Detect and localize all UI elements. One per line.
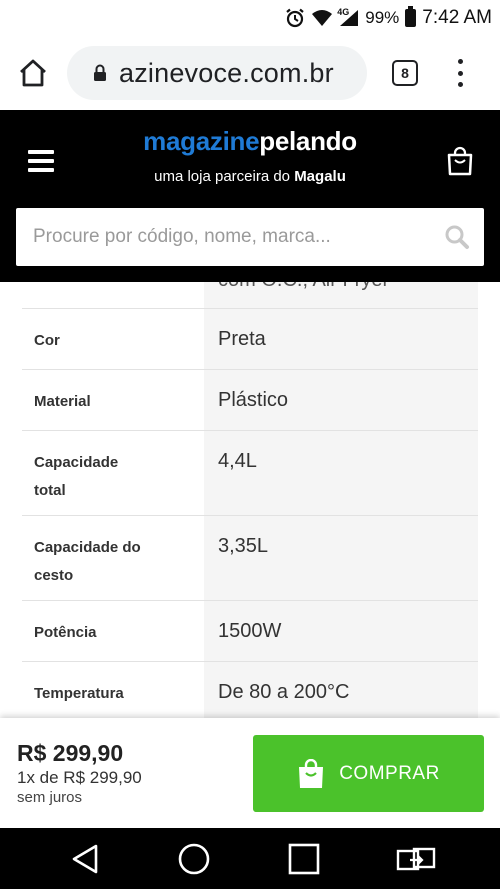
search-box[interactable] xyxy=(16,208,484,266)
dot-icon xyxy=(457,70,463,76)
network-type: 4G xyxy=(337,7,350,17)
spec-value: 3,35L xyxy=(204,516,478,600)
home-circle-icon[interactable] xyxy=(177,842,211,876)
spec-key: Capacidade do cesto xyxy=(34,539,141,584)
tagline-brand: Magalu xyxy=(294,168,346,185)
spec-value: De 80 a 200°C xyxy=(204,662,478,718)
spec-value: Preta xyxy=(204,309,478,369)
signal-icon: 4G xyxy=(337,7,359,27)
page: 4G 99% 7:42 AM azinevoce.com.br 8 magazi… xyxy=(0,0,500,889)
table-row: com O.C., Air Fryer xyxy=(22,282,478,308)
search-icon[interactable] xyxy=(444,224,470,250)
spec-value: 1500W xyxy=(204,601,478,661)
logo-part-1: magazine xyxy=(143,126,260,156)
lock-icon xyxy=(94,64,106,81)
site-header: magazinepelando uma loja parceira do Mag… xyxy=(0,110,500,282)
spec-key xyxy=(22,282,204,308)
spec-key: Material xyxy=(34,393,91,410)
spec-value-text: com O.C., Air Fryer xyxy=(218,282,464,295)
table-row: Cor Preta xyxy=(22,308,478,369)
browser-toolbar: azinevoce.com.br 8 xyxy=(0,36,500,110)
home-icon xyxy=(20,59,46,87)
price: R$ 299,90 xyxy=(17,740,124,766)
system-nav-bar xyxy=(0,828,500,889)
spec-key: Capacidade total xyxy=(34,454,119,499)
no-interest-label: sem juros xyxy=(17,789,83,806)
url-text: azinevoce.com.br xyxy=(119,57,334,88)
specs-table: com O.C., Air Fryer Cor Preta Material P… xyxy=(22,282,478,718)
buy-button-label: COMPRAR xyxy=(339,762,440,784)
wifi-icon xyxy=(311,9,333,27)
buy-button[interactable]: COMPRAR xyxy=(253,735,484,812)
spec-value: Plástico xyxy=(204,370,478,430)
spec-value: 4,4L xyxy=(204,431,478,515)
alarm-icon xyxy=(285,8,305,28)
site-tagline: uma loja parceira do Magalu xyxy=(0,168,500,185)
buy-bar: R$ 299,90 1x de R$ 299,90 sem juros COMP… xyxy=(0,718,500,828)
home-button[interactable] xyxy=(16,58,50,88)
address-bar[interactable]: azinevoce.com.br xyxy=(67,46,367,100)
dot-icon xyxy=(457,82,463,87)
shopping-bag-icon[interactable] xyxy=(446,146,474,176)
spec-key: Potência xyxy=(34,624,97,641)
table-row: Material Plástico xyxy=(22,369,478,430)
spec-key: Temperatura xyxy=(34,685,124,702)
battery-percent: 99% xyxy=(365,8,400,27)
spec-value: com O.C., Air Fryer xyxy=(204,282,478,308)
installments: 1x de R$ 299,90 xyxy=(17,768,142,787)
clock: 7:42 AM xyxy=(422,7,492,28)
logo-part-2: pelando xyxy=(259,126,357,156)
table-row: Capacidade do cesto 3,35L xyxy=(22,515,478,600)
battery-icon xyxy=(405,6,417,27)
status-bar: 4G 99% 7:42 AM xyxy=(0,0,500,36)
table-row: Potência 1500W xyxy=(22,600,478,661)
recents-icon[interactable] xyxy=(287,842,321,876)
table-row: Temperatura De 80 a 200°C xyxy=(22,661,478,718)
dot-icon xyxy=(457,59,463,64)
tab-switcher-button[interactable]: 8 xyxy=(392,60,418,86)
site-logo[interactable]: magazinepelando xyxy=(0,126,500,157)
table-row: Capacidade total 4,4L xyxy=(22,430,478,515)
search-input[interactable] xyxy=(33,226,433,248)
back-icon[interactable] xyxy=(68,842,102,876)
spec-key: Cor xyxy=(34,332,60,349)
shopping-bag-icon xyxy=(297,758,325,789)
overflow-menu-button[interactable] xyxy=(452,56,468,90)
tagline-text: uma loja parceira do xyxy=(154,168,295,185)
screen-switch-icon[interactable] xyxy=(396,842,436,876)
